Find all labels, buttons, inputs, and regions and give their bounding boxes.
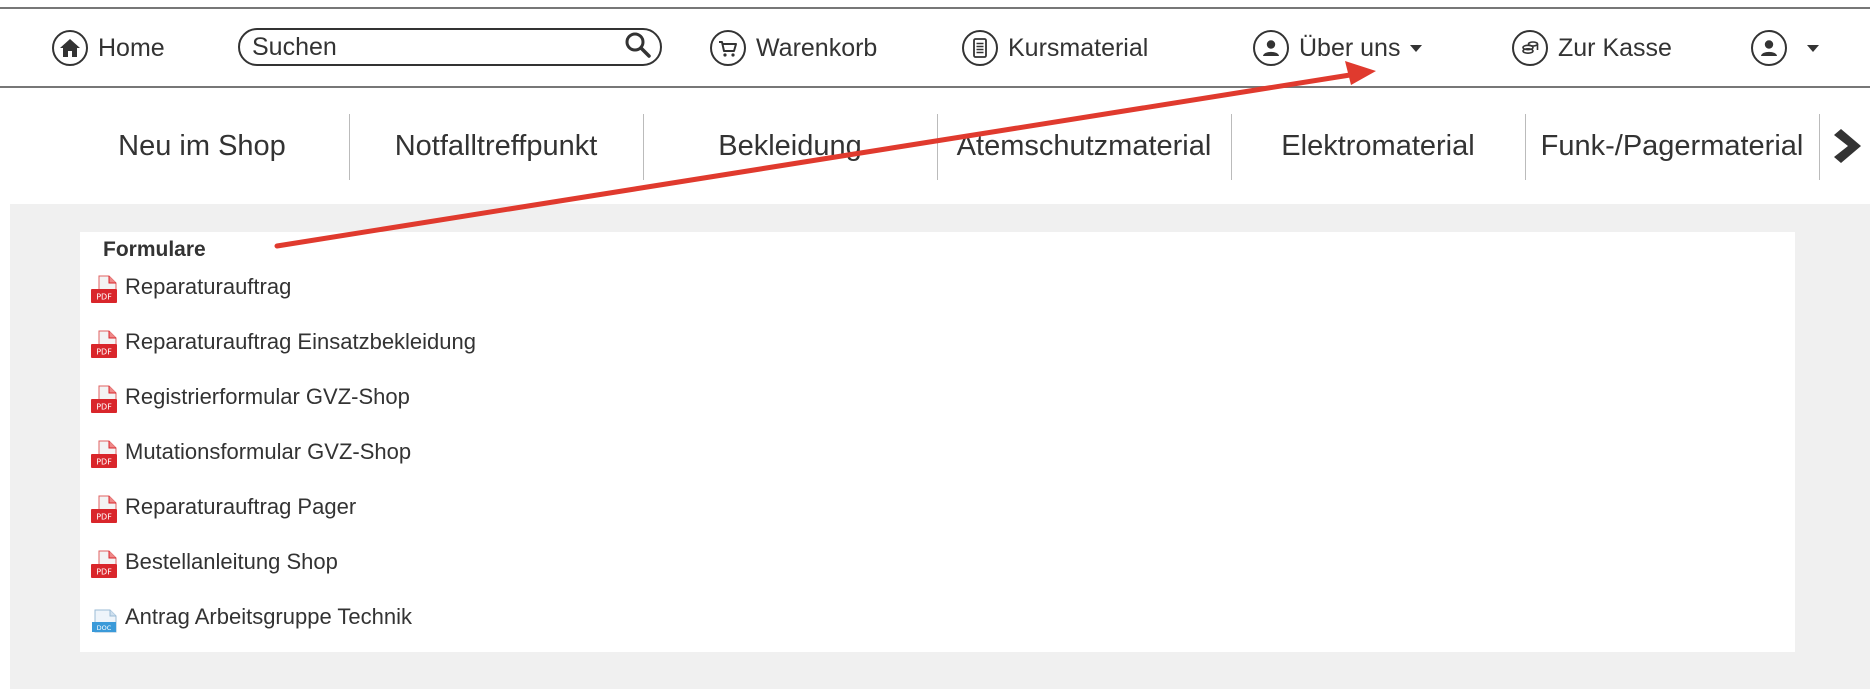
form-link-label: Antrag Arbeitsgruppe Technik [125, 604, 412, 629]
cart-link[interactable]: Warenkorb [710, 27, 877, 69]
svg-text:PDF: PDF [96, 403, 112, 412]
about-us-label: Über uns [1299, 33, 1401, 62]
form-link-label: Reparaturauftrag [125, 274, 292, 299]
home-icon [52, 30, 88, 66]
forms-panel: Formulare PDF Reparaturauftrag PDF Repar… [80, 232, 1795, 652]
form-link-label: Reparaturauftrag Pager [125, 494, 357, 519]
pdf-icon: PDF [91, 275, 117, 303]
svg-text:PDF: PDF [96, 348, 112, 357]
form-link-label: Registrierformular GVZ-Shop [125, 384, 410, 409]
search-box[interactable] [238, 28, 662, 66]
nav-divider [0, 86, 1870, 88]
list-item[interactable]: PDF Reparaturauftrag Pager [90, 494, 476, 549]
account-icon [1751, 30, 1787, 66]
search-icon[interactable] [624, 31, 652, 64]
svg-text:PDF: PDF [96, 458, 112, 467]
account-dropdown[interactable] [1751, 27, 1819, 69]
svg-text:PDF: PDF [96, 293, 112, 302]
checkout-link[interactable]: Zur Kasse [1512, 27, 1672, 69]
form-link-label: Mutationsformular GVZ-Shop [125, 439, 412, 464]
list-item[interactable]: PDF Reparaturauftrag [90, 274, 476, 329]
pdf-icon: PDF [91, 330, 117, 358]
svg-text:DOC: DOC [97, 624, 112, 632]
category-clothing[interactable]: Bekleidung [643, 110, 937, 182]
category-bar: Neu im Shop Notfalltreffpunkt Bekleidung… [0, 110, 1870, 182]
cart-icon [710, 30, 746, 66]
pdf-icon: PDF [91, 550, 117, 578]
pdf-icon: PDF [91, 495, 117, 523]
caret-down-icon [1410, 44, 1423, 52]
category-emergency-meeting-point[interactable]: Notfalltreffpunkt [349, 110, 643, 182]
coins-icon [1512, 30, 1548, 66]
chevron-right-icon[interactable] [1832, 126, 1870, 166]
list-item[interactable]: PDF Bestellanleitung Shop [90, 549, 476, 604]
list-item[interactable]: PDF Registrierformular GVZ-Shop [90, 384, 476, 439]
doc-icon: DOC [92, 609, 117, 633]
caret-down-icon [1807, 44, 1819, 52]
svg-text:PDF: PDF [96, 513, 112, 522]
pdf-icon: PDF [91, 440, 117, 468]
category-breathing-protection[interactable]: Atemschutzmaterial [937, 110, 1231, 182]
course-material-label: Kursmaterial [1008, 33, 1149, 62]
home-link[interactable]: Home [52, 27, 165, 69]
about-us-dropdown[interactable]: Über uns [1253, 27, 1423, 69]
list-item[interactable]: PDF Mutationsformular GVZ-Shop [90, 439, 476, 494]
forms-title: Formulare [103, 238, 206, 261]
document-list-icon [962, 30, 998, 66]
list-item[interactable]: PDF Reparaturauftrag Einsatzbekleidung [90, 329, 476, 384]
user-icon [1253, 30, 1289, 66]
checkout-label: Zur Kasse [1558, 33, 1672, 62]
home-label: Home [98, 33, 165, 62]
top-navigation: Home Warenkorb Kursmaterial Über uns Zur… [0, 9, 1870, 86]
form-link-label: Bestellanleitung Shop [125, 549, 338, 574]
category-radio-pager[interactable]: Funk-/Pagermaterial [1525, 110, 1819, 182]
category-electrical[interactable]: Elektromaterial [1231, 110, 1525, 182]
category-new-in-shop[interactable]: Neu im Shop [55, 110, 349, 182]
course-material-link[interactable]: Kursmaterial [962, 27, 1148, 69]
forms-list: PDF Reparaturauftrag PDF Reparaturauftra… [90, 274, 476, 659]
form-link-label: Reparaturauftrag Einsatzbekleidung [125, 329, 477, 354]
pdf-icon: PDF [91, 385, 117, 413]
category-divider [1819, 114, 1820, 180]
search-input[interactable] [252, 32, 624, 62]
list-item[interactable]: DOC Antrag Arbeitsgruppe Technik [90, 604, 476, 659]
svg-text:PDF: PDF [96, 568, 112, 577]
cart-label: Warenkorb [756, 33, 878, 62]
